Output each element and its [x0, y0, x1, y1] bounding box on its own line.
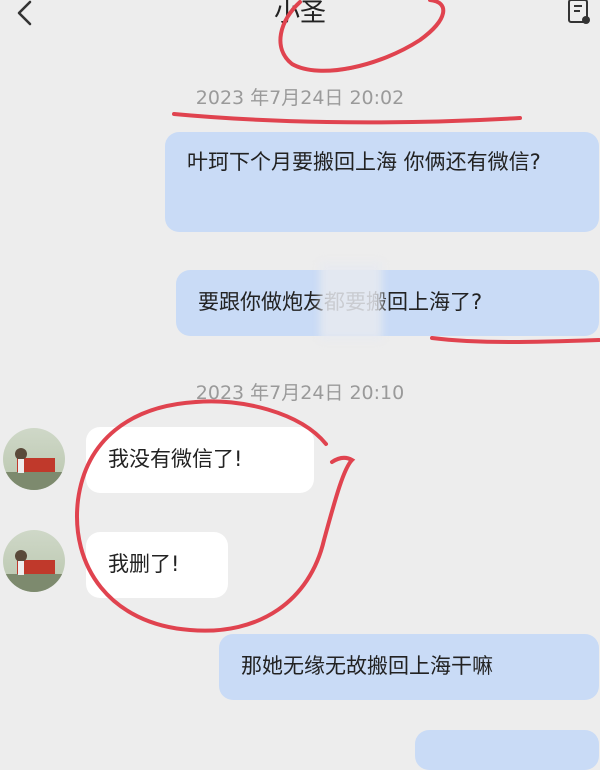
annotation-underline [430, 336, 600, 344]
outgoing-message-bubble[interactable] [415, 730, 599, 770]
chat-title: 小圣 [273, 0, 326, 28]
outgoing-message-bubble[interactable]: 那她无缘无故搬回上海干嘛 [219, 634, 599, 700]
outgoing-message-bubble[interactable]: 要跟你做炮友都要搬回上海了? [176, 270, 599, 336]
contact-card-icon[interactable] [566, 0, 592, 26]
avatar[interactable] [3, 530, 65, 592]
incoming-message-bubble[interactable]: 我没有微信了! [86, 427, 314, 493]
avatar-image [3, 550, 65, 592]
message-text: 叶珂下个月要搬回上海 你俩还有微信? [187, 150, 541, 174]
annotation-stroke [338, 38, 422, 72]
message-text: 那她无缘无故搬回上海干嘛 [241, 654, 493, 678]
outgoing-message-bubble[interactable]: 叶珂下个月要搬回上海 你俩还有微信? [165, 132, 599, 232]
incoming-message-bubble[interactable]: 我删了! [86, 532, 228, 598]
top-bar: 小圣 [0, 0, 600, 40]
timestamp: 2023 年7月24日 20:10 [195, 382, 405, 404]
avatar-image [3, 448, 65, 490]
annotation-underline [172, 112, 522, 125]
message-text: 我删了! [108, 552, 180, 576]
timestamp: 2023 年7月24日 20:02 [195, 87, 405, 109]
avatar[interactable] [3, 428, 65, 490]
message-text: 我没有微信了! [108, 447, 243, 471]
redaction-blur [320, 262, 382, 340]
annotation-overlay [75, 0, 600, 633]
